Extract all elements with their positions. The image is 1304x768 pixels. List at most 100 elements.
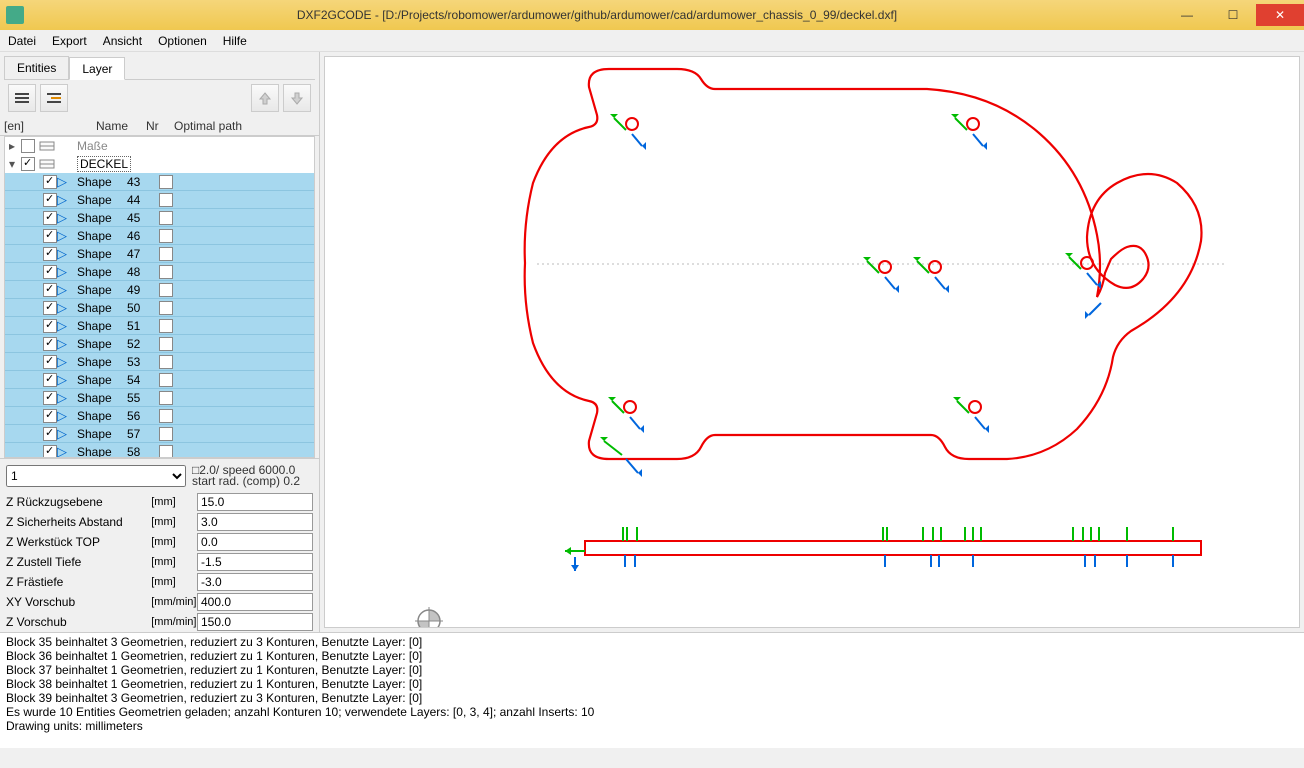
- shape-icon: ▷: [57, 282, 73, 298]
- param-unit: [mm]: [151, 516, 197, 528]
- enable-check[interactable]: [43, 283, 57, 297]
- shape-row[interactable]: ▷ Shape 45: [5, 209, 314, 227]
- enable-check[interactable]: [43, 445, 57, 459]
- expand-all-button[interactable]: [40, 84, 68, 112]
- shape-row[interactable]: ▷ Shape 50: [5, 299, 314, 317]
- shape-name: Shape: [77, 391, 127, 405]
- param-input[interactable]: [197, 613, 313, 631]
- shape-row[interactable]: ▷ Shape 49: [5, 281, 314, 299]
- optimal-check[interactable]: [159, 409, 173, 423]
- shape-row[interactable]: ▷ Shape 58: [5, 443, 314, 458]
- shape-icon: ▷: [57, 264, 73, 280]
- menu-export[interactable]: Export: [52, 34, 87, 48]
- enable-check[interactable]: [43, 211, 57, 225]
- shape-row[interactable]: ▷ Shape 46: [5, 227, 314, 245]
- enable-check[interactable]: [43, 175, 57, 189]
- optimal-check[interactable]: [159, 337, 173, 351]
- param-label: Z Vorschub: [6, 615, 151, 629]
- param-input[interactable]: [197, 513, 313, 531]
- shape-icon: ▷: [57, 372, 73, 388]
- optimal-check[interactable]: [159, 265, 173, 279]
- enable-check[interactable]: [43, 265, 57, 279]
- shape-row[interactable]: ▷ Shape 54: [5, 371, 314, 389]
- param-row: Z Zustell Tiefe [mm]: [0, 552, 319, 572]
- log-line: Block 38 beinhaltet 1 Geometrien, reduzi…: [6, 677, 1298, 691]
- log-panel[interactable]: Block 35 beinhaltet 3 Geometrien, reduzi…: [0, 632, 1304, 748]
- enable-check[interactable]: [43, 409, 57, 423]
- shape-row[interactable]: ▷ Shape 48: [5, 263, 314, 281]
- shape-row[interactable]: ▷ Shape 52: [5, 335, 314, 353]
- optimal-check[interactable]: [159, 211, 173, 225]
- tab-layer[interactable]: Layer: [69, 57, 125, 80]
- optimal-check[interactable]: [159, 373, 173, 387]
- optimal-check[interactable]: [159, 247, 173, 261]
- optimal-check[interactable]: [159, 355, 173, 369]
- move-up-button[interactable]: [251, 84, 279, 112]
- tab-entities[interactable]: Entities: [4, 56, 69, 79]
- minimize-button[interactable]: —: [1164, 4, 1210, 26]
- param-input[interactable]: [197, 593, 313, 611]
- enable-check[interactable]: [43, 373, 57, 387]
- menu-help[interactable]: Hilfe: [223, 34, 247, 48]
- enable-check[interactable]: [21, 157, 35, 171]
- col-optimal: Optimal path: [174, 119, 319, 133]
- shape-row[interactable]: ▷ Shape 51: [5, 317, 314, 335]
- shape-row[interactable]: ▷ Shape 47: [5, 245, 314, 263]
- params: Z Rückzugsebene [mm] Z Sicherheits Absta…: [0, 492, 319, 632]
- collapse-all-button[interactable]: [8, 84, 36, 112]
- shape-row[interactable]: ▷ Shape 56: [5, 407, 314, 425]
- shape-row[interactable]: ▷ Shape 57: [5, 425, 314, 443]
- tool-combo[interactable]: 1: [6, 465, 186, 487]
- menu-view[interactable]: Ansicht: [103, 34, 142, 48]
- optimal-check[interactable]: [159, 229, 173, 243]
- param-row: Z Frästiefe [mm]: [0, 572, 319, 592]
- enable-check[interactable]: [43, 247, 57, 261]
- log-line: Block 39 beinhaltet 3 Geometrien, reduzi…: [6, 691, 1298, 705]
- param-input[interactable]: [197, 533, 313, 551]
- param-input[interactable]: [197, 493, 313, 511]
- menubar: Datei Export Ansicht Optionen Hilfe: [0, 30, 1304, 52]
- app-icon: [6, 6, 24, 24]
- shape-row[interactable]: ▷ Shape 44: [5, 191, 314, 209]
- optimal-check[interactable]: [159, 301, 173, 315]
- shape-row[interactable]: ▷ Shape 55: [5, 389, 314, 407]
- param-row: XY Vorschub [mm/min]: [0, 592, 319, 612]
- tool-combo-row: 1 □2.0/ speed 6000.0 start rad. (comp) 0…: [0, 458, 319, 492]
- shape-icon: ▷: [57, 228, 73, 244]
- shape-row[interactable]: ▷ Shape 53: [5, 353, 314, 371]
- enable-check[interactable]: [43, 355, 57, 369]
- optimal-check[interactable]: [159, 319, 173, 333]
- optimal-check[interactable]: [159, 391, 173, 405]
- optimal-check[interactable]: [159, 175, 173, 189]
- enable-check[interactable]: [43, 337, 57, 351]
- shape-name: Shape: [77, 283, 127, 297]
- optimal-check[interactable]: [159, 427, 173, 441]
- enable-check[interactable]: [21, 139, 35, 153]
- enable-check[interactable]: [43, 391, 57, 405]
- param-input[interactable]: [197, 553, 313, 571]
- enable-check[interactable]: [43, 319, 57, 333]
- enable-check[interactable]: [43, 427, 57, 441]
- optimal-check[interactable]: [159, 193, 173, 207]
- menu-options[interactable]: Optionen: [158, 34, 207, 48]
- shape-icon: ▷: [57, 246, 73, 262]
- param-input[interactable]: [197, 573, 313, 591]
- optimal-check[interactable]: [159, 283, 173, 297]
- shape-row[interactable]: ▷ Shape 43: [5, 173, 314, 191]
- expand-icon[interactable]: ▸: [9, 139, 21, 153]
- enable-check[interactable]: [43, 229, 57, 243]
- menu-file[interactable]: Datei: [8, 34, 36, 48]
- maximize-button[interactable]: ☐: [1210, 4, 1256, 26]
- enable-check[interactable]: [43, 301, 57, 315]
- drawing-canvas[interactable]: [324, 56, 1300, 628]
- optimal-check[interactable]: [159, 445, 173, 459]
- layer-tree[interactable]: ▸ Maße▾ DECKEL ▷ Shape 43 ▷ Shape 44 ▷ S…: [4, 136, 315, 458]
- stock-outline: [585, 541, 1201, 555]
- list-icon: [13, 91, 31, 105]
- shape-icon: ▷: [57, 336, 73, 352]
- param-label: Z Sicherheits Abstand: [6, 515, 151, 529]
- close-button[interactable]: ✕: [1256, 4, 1304, 26]
- collapse-icon[interactable]: ▾: [9, 157, 21, 171]
- move-down-button[interactable]: [283, 84, 311, 112]
- enable-check[interactable]: [43, 193, 57, 207]
